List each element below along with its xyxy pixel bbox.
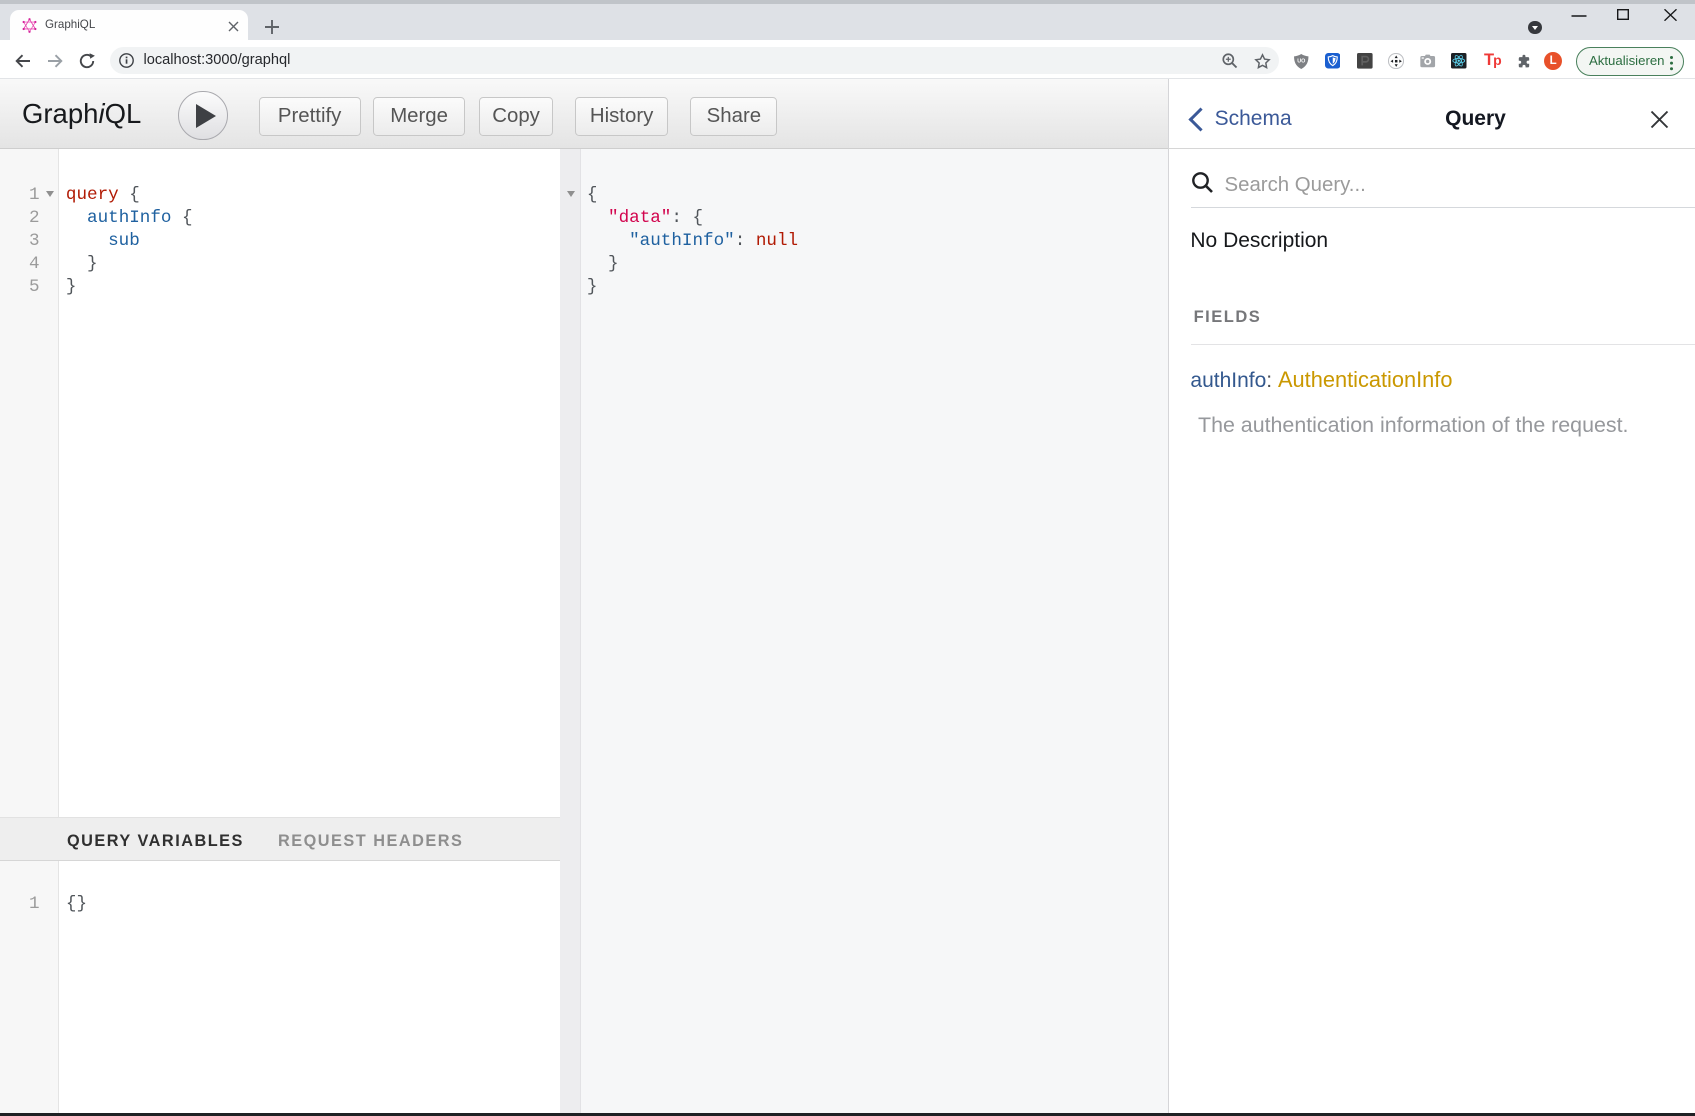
svg-text:UO: UO	[1297, 58, 1305, 64]
